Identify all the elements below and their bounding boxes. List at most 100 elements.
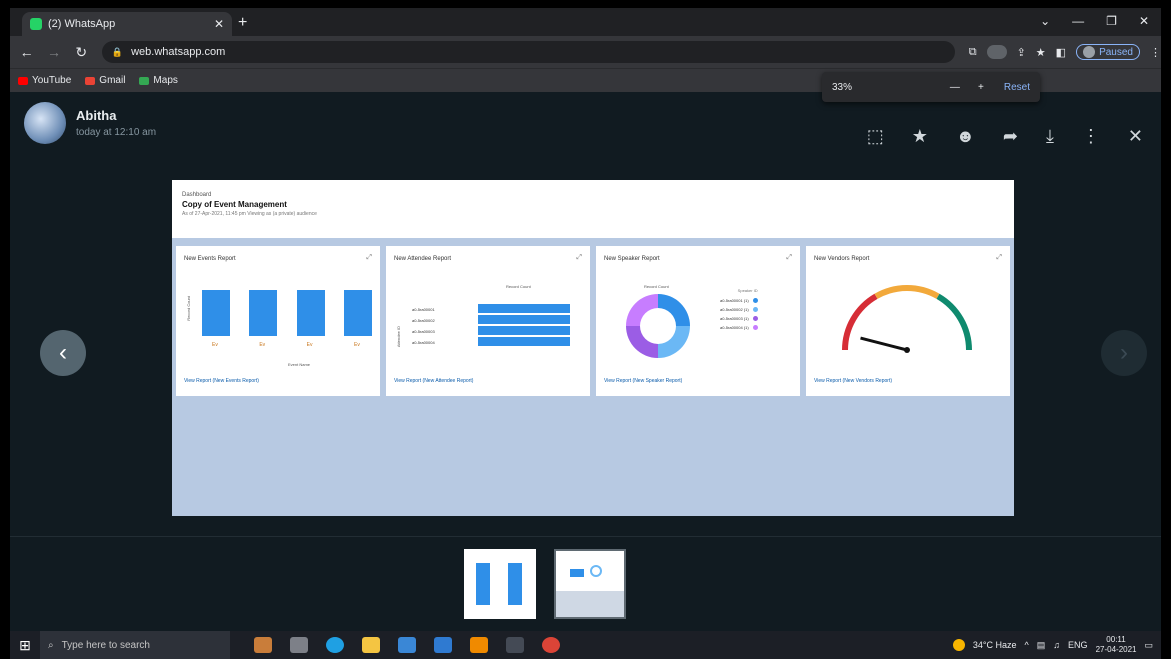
notifications-icon[interactable]: ▭ — [1144, 640, 1153, 651]
chart4-gauge — [842, 285, 972, 353]
toolbar-icons: ⧉ ⇪ ★ ◧ Paused ⋮ — [969, 44, 1161, 60]
edge-icon[interactable] — [326, 637, 344, 653]
youtube-icon — [18, 76, 28, 85]
media-viewer: Abitha today at 12:10 am ⬚ ★ ☻ ➦ ⤓ ⋮ ✕ ‹… — [10, 92, 1161, 631]
tab-search-icon[interactable]: ⌄ — [1040, 14, 1050, 28]
menu-kebab-icon[interactable]: ⋮ — [1150, 46, 1161, 59]
chart3-legend-item: a0-5ra00002 (1) — [720, 305, 758, 314]
taskbar-search[interactable]: ⌕ Type here to search — [40, 631, 230, 659]
filmstrip-thumb-1[interactable] — [464, 549, 536, 619]
search-icon: ⌕ — [48, 639, 54, 651]
card-new-speaker: New Speaker Report ⤢ Record Count Speake… — [596, 246, 800, 396]
chart3-legend-item: a0-5ra00001 (1) — [720, 296, 758, 305]
card-new-attendee: New Attendee Report ⤢ Record Count Atten… — [386, 246, 590, 396]
media-filmstrip — [10, 536, 1161, 631]
filmstrip-thumb-2[interactable] — [554, 549, 626, 619]
chart4-needle — [860, 336, 908, 352]
volume-icon[interactable]: ♫ — [1053, 640, 1060, 650]
chart3-slice — [626, 294, 658, 326]
tray-chevron-icon[interactable]: ^ — [1025, 640, 1029, 650]
network-icon[interactable]: ▤ — [1037, 640, 1046, 651]
more-options-icon[interactable]: ⋮ — [1082, 126, 1100, 147]
chart3-donut — [626, 294, 690, 358]
go-to-message-icon[interactable]: ⬚ — [867, 126, 884, 147]
chrome-icon[interactable] — [542, 637, 560, 653]
sender-avatar — [24, 102, 66, 144]
forward-arrow-icon[interactable]: → — [43, 44, 64, 60]
address-bar[interactable]: 🔒 web.whatsapp.com — [101, 41, 955, 63]
zoom-indicator-icon[interactable] — [986, 45, 1007, 59]
close-window-button[interactable]: ✕ — [1139, 14, 1149, 28]
bookmark-star-icon[interactable]: ★ — [1036, 46, 1046, 59]
star-icon[interactable]: ★ — [912, 126, 928, 147]
task-view-icon[interactable] — [290, 637, 308, 653]
back-arrow-icon[interactable]: ← — [16, 44, 37, 60]
restore-button[interactable]: ❐ — [1106, 14, 1117, 28]
chart2-bar — [478, 304, 570, 314]
mail-icon[interactable] — [434, 637, 452, 653]
expand-icon: ⤢ — [366, 254, 372, 261]
zoom-out-button[interactable]: — — [942, 82, 968, 93]
share-icon[interactable]: ⇪ — [1017, 46, 1026, 59]
vlc-icon[interactable] — [470, 637, 488, 653]
browser-window: (2) WhatsApp ✕ + ⌄ — ❐ ✕ ← → ↻ 🔒 web.wha… — [10, 8, 1161, 631]
react-emoji-icon[interactable]: ☻ — [956, 126, 975, 147]
windows-start-icon[interactable]: ⊞ — [10, 637, 40, 654]
tab-close-icon[interactable]: ✕ — [214, 17, 224, 31]
cast-icon[interactable]: ⧉ — [969, 46, 977, 59]
system-tray: 34°C Haze ^ ▤ ♫ ENG 00:11 27-04-2021 ▭ — [952, 631, 1161, 659]
previous-media-button[interactable]: ‹ — [40, 330, 86, 376]
zoom-in-button[interactable]: + — [968, 82, 994, 93]
chart3-legend-item: a0-5ra00003 (1) — [720, 314, 758, 323]
file-explorer-icon[interactable] — [362, 637, 380, 653]
chart3-legend-header: Speaker ID — [737, 288, 758, 293]
lock-icon: 🔒 — [111, 46, 124, 57]
chart3-slice — [658, 294, 690, 326]
store-icon[interactable] — [398, 637, 416, 653]
chart2-legend: Record Count — [506, 284, 531, 289]
windows-taskbar: ⊞ ⌕ Type here to search 34°C Haze ^ ▤ ♫ … — [10, 631, 1161, 659]
chart1-xtick: Ev — [259, 342, 266, 348]
chart1-plot — [202, 290, 372, 336]
app-icon[interactable] — [506, 637, 524, 653]
taskbar-clock[interactable]: 00:11 27-04-2021 — [1096, 635, 1137, 655]
news-widget-icon[interactable] — [254, 637, 272, 653]
card-title: New Speaker Report — [604, 256, 660, 262]
chart4-band — [874, 285, 940, 299]
reload-icon[interactable]: ↻ — [71, 44, 92, 61]
new-tab-button[interactable]: + — [238, 14, 247, 32]
browser-toolbar: ← → ↻ 🔒 web.whatsapp.com ⧉ ⇪ ★ ◧ Paused … — [10, 36, 1161, 68]
viewer-actions: ⬚ ★ ☻ ➦ ⤓ ⋮ ✕ — [867, 126, 1143, 147]
clock-time: 00:11 — [1106, 635, 1126, 644]
zoom-popup: 33% — + Reset — [822, 72, 1040, 102]
download-icon[interactable]: ⤓ — [1046, 126, 1054, 147]
weather-text[interactable]: 34°C Haze — [973, 640, 1017, 650]
sidepanel-icon[interactable]: ◧ — [1056, 46, 1066, 59]
sender-info[interactable]: Abitha today at 12:10 am — [24, 102, 156, 144]
chart2-category-label: a0-5ra00001 — [412, 307, 435, 312]
bookmark-youtube[interactable]: YouTube — [18, 75, 71, 86]
language-indicator[interactable]: ENG — [1068, 640, 1088, 650]
thumb-bar — [508, 563, 522, 605]
chart2-category-label: a0-5ra00003 — [412, 329, 435, 334]
bookmark-gmail[interactable]: Gmail — [85, 75, 125, 86]
next-media-button[interactable]: › — [1101, 330, 1147, 376]
chart3-slice — [658, 326, 690, 358]
zoom-reset-button[interactable]: Reset — [1004, 82, 1030, 93]
expand-icon: ⤢ — [786, 254, 792, 261]
expand-icon: ⤢ — [576, 254, 582, 261]
minimize-button[interactable]: — — [1072, 14, 1084, 28]
profile-paused-button[interactable]: Paused — [1076, 44, 1140, 60]
sender-name: Abitha — [76, 108, 117, 123]
chart4-hub — [904, 347, 910, 353]
thumb-bar — [476, 563, 490, 605]
tab-whatsapp[interactable]: (2) WhatsApp ✕ — [22, 12, 232, 36]
card-view-report-link: View Report (New Attendee Report) — [394, 378, 474, 384]
close-viewer-icon[interactable]: ✕ — [1128, 126, 1143, 147]
bookmark-maps[interactable]: Maps — [139, 75, 178, 86]
card-new-vendors: New Vendors Report ⤢ View Report (New Ve… — [806, 246, 1010, 396]
chart1-xtick: Ev — [306, 342, 313, 348]
expand-icon: ⤢ — [996, 254, 1002, 261]
dashboard-title: Copy of Event Management — [182, 200, 287, 209]
forward-icon[interactable]: ➦ — [1003, 126, 1018, 147]
